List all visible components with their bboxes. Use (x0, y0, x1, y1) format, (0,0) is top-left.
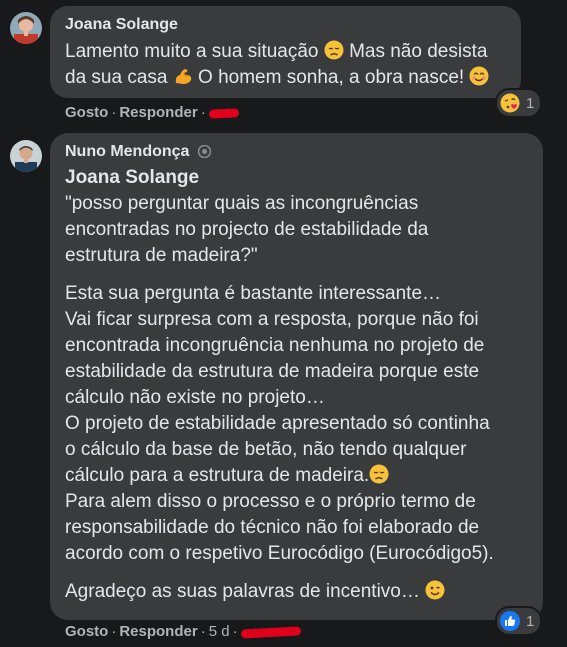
reaction-count: 1 (526, 612, 535, 630)
flexed-biceps-icon (173, 66, 193, 86)
comment-bubble-nuno: Nuno Mendonça Joana Solange "posso pergu… (50, 133, 543, 620)
winking-face-icon (425, 580, 445, 600)
comment-author[interactable]: Joana Solange (65, 16, 178, 34)
comment-text: Lamento muito a sua situação Mas não des… (65, 39, 515, 91)
comment-text-line: estabilidade da estrutura de madeira por… (65, 361, 480, 382)
avatar-nuno[interactable] (10, 140, 42, 172)
comment-author[interactable]: Nuno Mendonça (65, 143, 189, 161)
disappointed-face-icon (369, 464, 389, 484)
comment-text-line: encontrada incongruência nenhuma no proj… (65, 335, 485, 356)
comment-text-line: o cálculo da base de betão, não tendo qu… (65, 439, 467, 460)
comment-thread: Joana Solange Lamento muito a sua situaç… (0, 0, 567, 647)
comment-text-line: acordo com o respetivo Eurocódigo (Euroc… (65, 543, 494, 564)
timestamp[interactable]: 5 d (209, 623, 230, 640)
quoted-question: "posso perguntar quais as incongruências… (65, 191, 535, 269)
mention-link[interactable]: Joana Solange (65, 165, 535, 191)
like-reaction-icon (500, 611, 520, 631)
reply-action[interactable]: Responder (119, 623, 197, 640)
redacted-info (240, 625, 301, 639)
comment-text-line: Agradeço as suas palavras de incentivo… (65, 581, 420, 602)
answer-paragraph: Esta sua pergunta é bastante interessant… (65, 281, 535, 567)
comment-bubble-joana: Joana Solange Lamento muito a sua situaç… (50, 6, 521, 98)
comment-text-line: Para alem disso o processo e o próprio t… (65, 491, 476, 512)
comment-text-line: Lamento muito a sua situação (65, 41, 319, 62)
comment-text-line: Esta sua pergunta é bastante interessant… (65, 283, 442, 304)
comment-text-line: "posso perguntar quais as incongruências (65, 193, 419, 214)
comment-text-line: cálculo para a estrutura de madeira. (65, 465, 370, 486)
comment-text: Joana Solange "posso perguntar quais as … (65, 165, 535, 605)
like-action[interactable]: Gosto (65, 104, 108, 121)
reply-action[interactable]: Responder (119, 104, 197, 121)
comment-text-line: encontradas no projecto de estabilidade … (65, 219, 429, 240)
comment-text-line: estrutura de madeira?" (65, 245, 258, 266)
disappointed-face-icon (324, 40, 344, 60)
comment-text-line: O homem sonha, a obra nasce! (198, 67, 465, 88)
redacted-timestamp (208, 107, 239, 119)
avatar-joana[interactable] (10, 12, 42, 44)
like-action[interactable]: Gosto (65, 623, 108, 640)
reaction-summary-joana[interactable]: 1 (497, 90, 541, 116)
comment-text-line: cálculo não existe no projeto… (65, 387, 325, 408)
comment-text-line: responsabilidade do técnico não foi elab… (65, 517, 480, 538)
comment-actions-nuno: Gosto · Responder · 5 d · (65, 623, 301, 640)
comment-actions-joana: Gosto · Responder · (65, 104, 239, 121)
comment-text-line: da sua casa (65, 67, 168, 88)
smiling-face-icon (469, 66, 489, 86)
shield-icon (197, 144, 212, 163)
comment-text-line: O projeto de estabilidade apresentado só… (65, 413, 490, 434)
comment-text-line: Vai ficar surpresa com a resposta, porqu… (65, 309, 479, 330)
reaction-count: 1 (526, 94, 535, 112)
comment-text-line: Mas não desista (349, 41, 488, 62)
reaction-summary-nuno[interactable]: 1 (497, 608, 541, 634)
face-blowing-kiss-icon (500, 93, 520, 113)
